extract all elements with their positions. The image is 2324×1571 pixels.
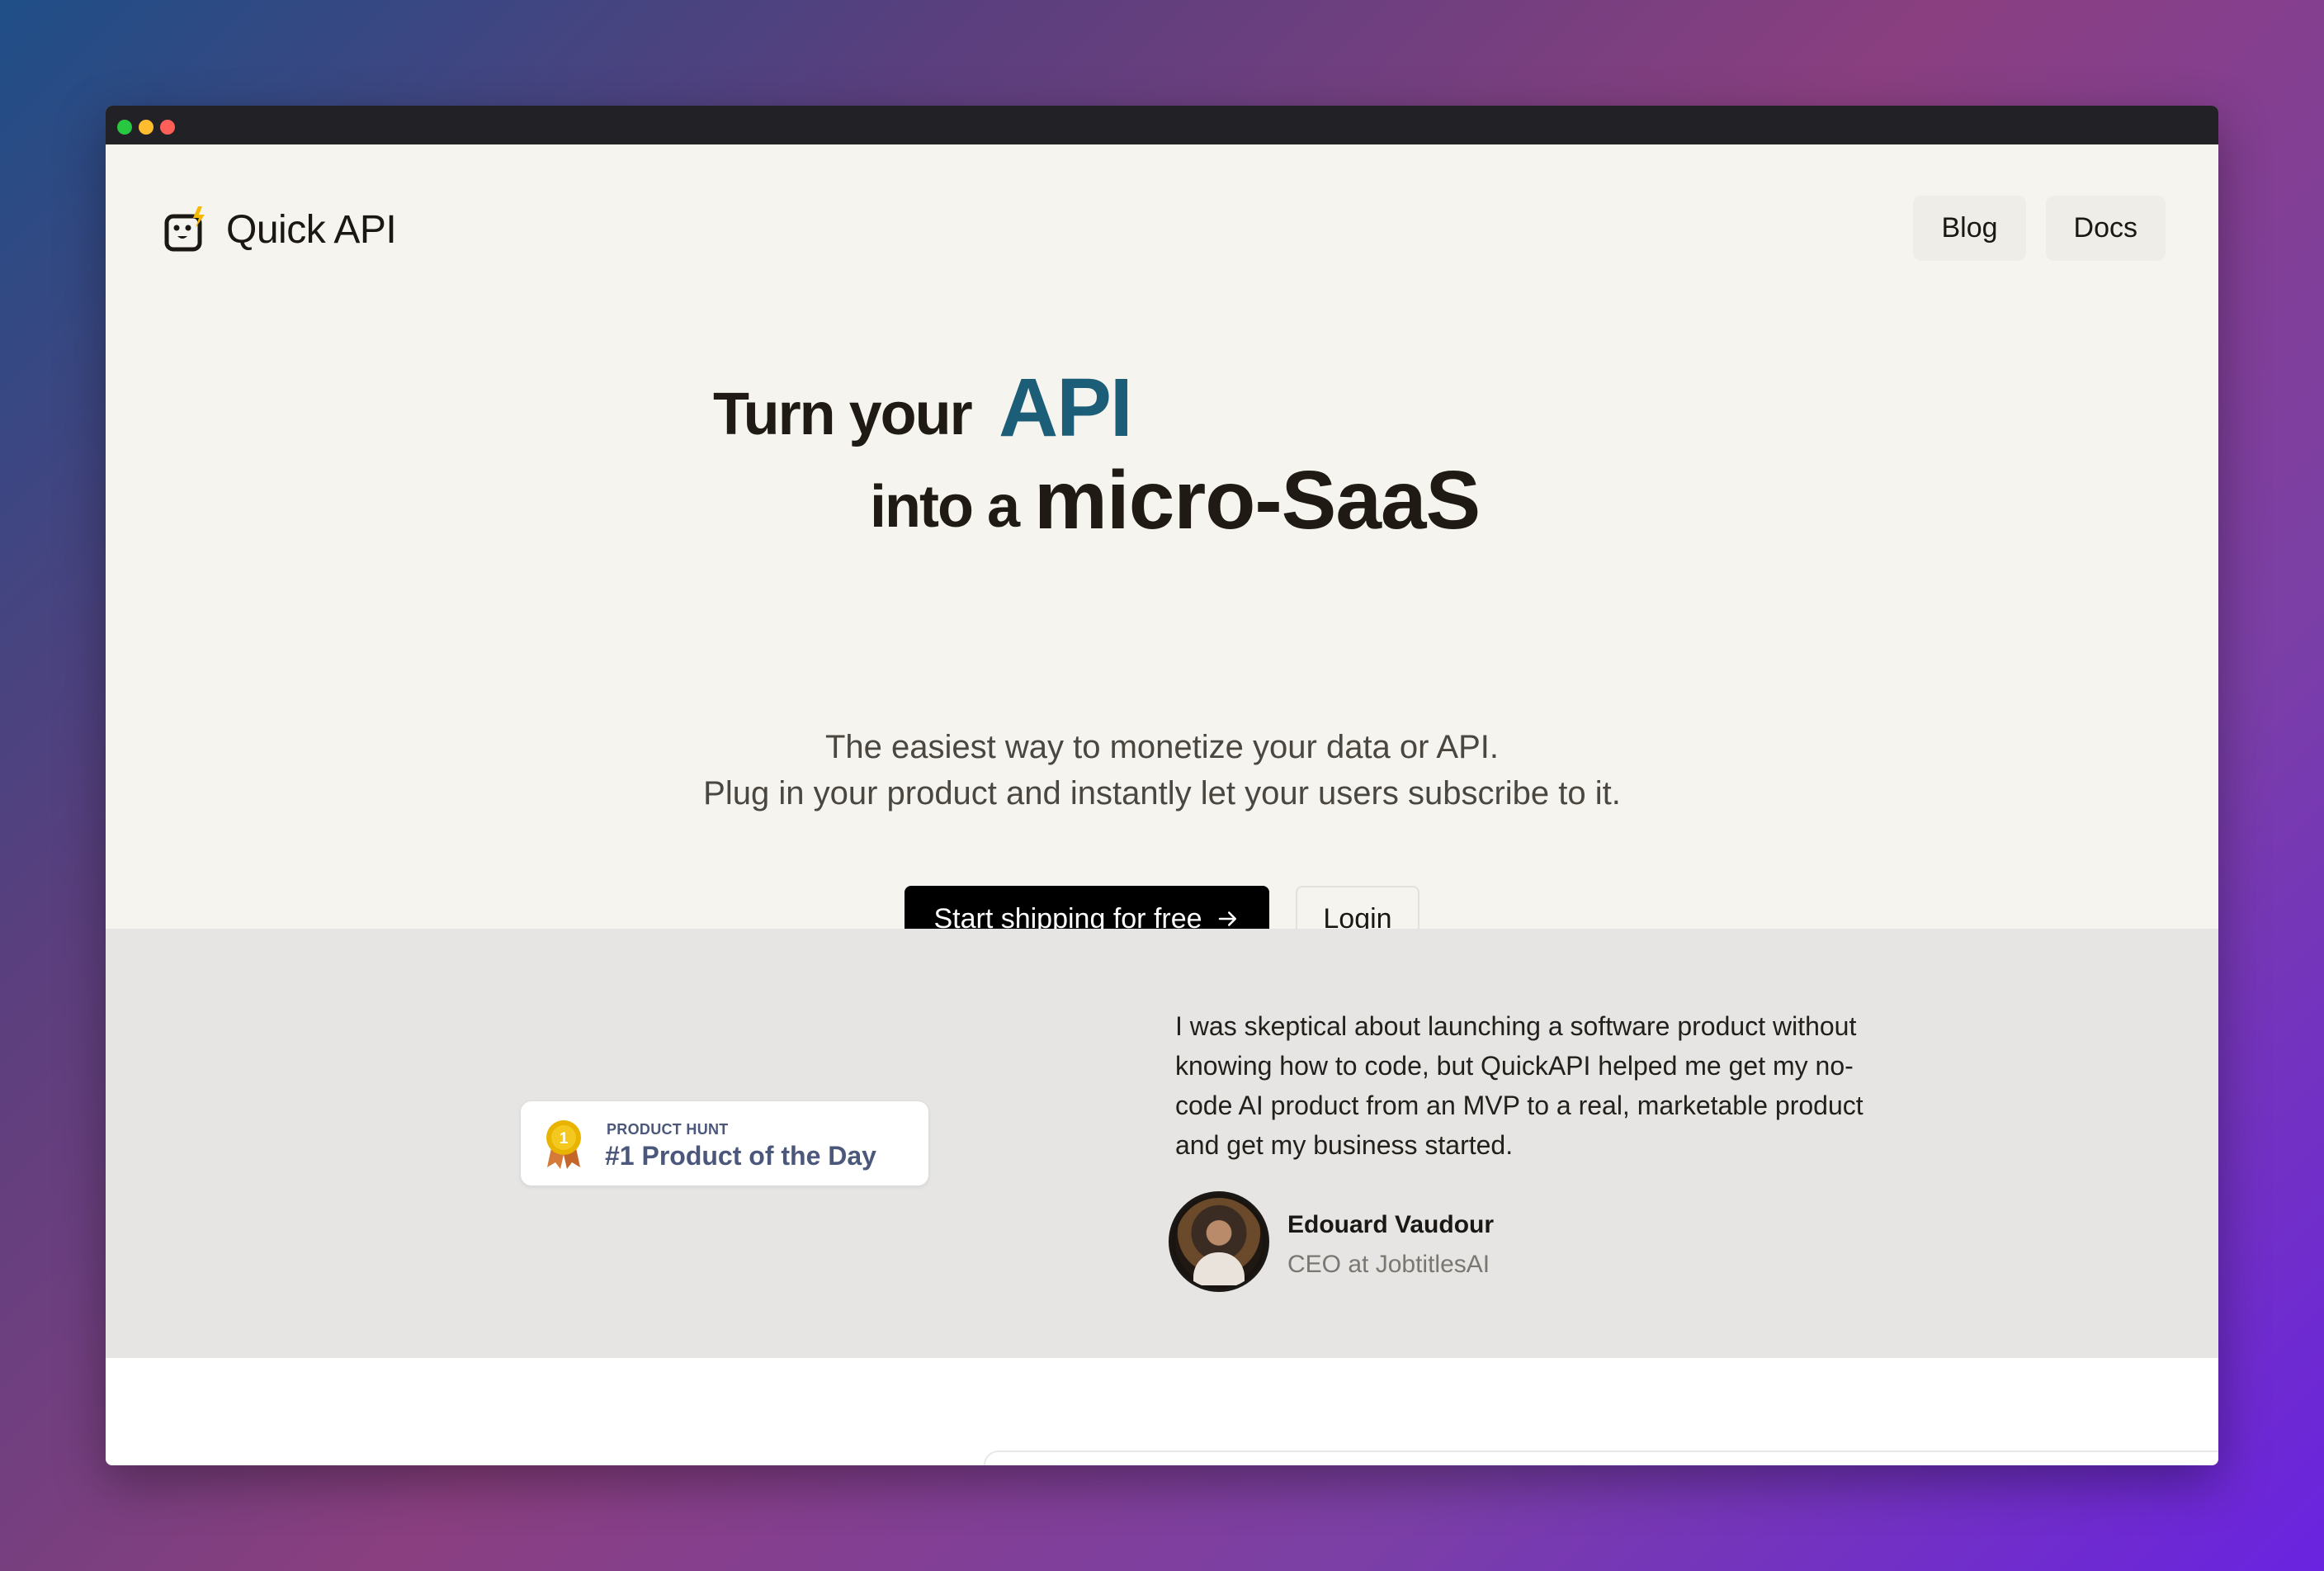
next-section [106,1358,2218,1465]
author-name: Edouard Vaudour [1287,1211,1495,1238]
window-close-button[interactable] [160,120,175,135]
medal-rank: 1 [560,1130,569,1147]
headline-accent-api: API [999,362,1133,454]
window-minimize-button[interactable] [139,120,154,135]
headline-line2: into a [870,474,1020,540]
author-role: CEO at JobtitlesAI [1287,1251,1490,1278]
nav-blog-link[interactable]: Blog [1913,196,2026,261]
author-avatar [1169,1191,1269,1292]
arrow-right-icon [1218,911,1236,926]
medal-icon: 1 [546,1120,581,1169]
testimonial-section: 1 PRODUCT HUNT #1 Product of the Day I w… [106,929,2218,1358]
window-maximize-button[interactable] [117,120,132,135]
quote-line: code AI product from an MVP to a real, m… [1175,1091,1863,1120]
quote-line: I was skeptical about launching a softwa… [1175,1011,1857,1041]
brand-logo[interactable]: Quick API [163,206,397,253]
next-section-card [984,1450,2218,1465]
nav-docs-link[interactable]: Docs [2045,196,2166,261]
badge-title: #1 Product of the Day [605,1141,876,1171]
badge-kicker: PRODUCT HUNT [607,1121,729,1138]
subtitle-line-2: Plug in your product and instantly let y… [703,775,1621,812]
product-hunt-badge[interactable]: 1 PRODUCT HUNT #1 Product of the Day [520,1100,929,1186]
hero-subtitle: The easiest way to monetize your data or… [106,724,2218,816]
logo-icon [164,206,205,252]
hero-section: Quick API Blog Docs Turn your API into a… [106,144,2218,952]
brand-name: Quick API [226,207,397,252]
testimonial-quote: I was skeptical about launching a softwa… [1175,1006,1951,1165]
top-nav: Blog Docs [1913,196,2166,261]
subtitle-line-1: The easiest way to monetize your data or… [825,729,1499,765]
quote-line: knowing how to code, but QuickAPI helped… [1175,1051,1854,1081]
headline-line1: Turn your [713,381,973,447]
headline-accent-saas: micro-SaaS [1034,454,1481,547]
quote-line: and get my business started. [1175,1130,1514,1160]
window-titlebar [106,106,2218,144]
browser-window: Quick API Blog Docs Turn your API into a… [106,106,2218,1465]
